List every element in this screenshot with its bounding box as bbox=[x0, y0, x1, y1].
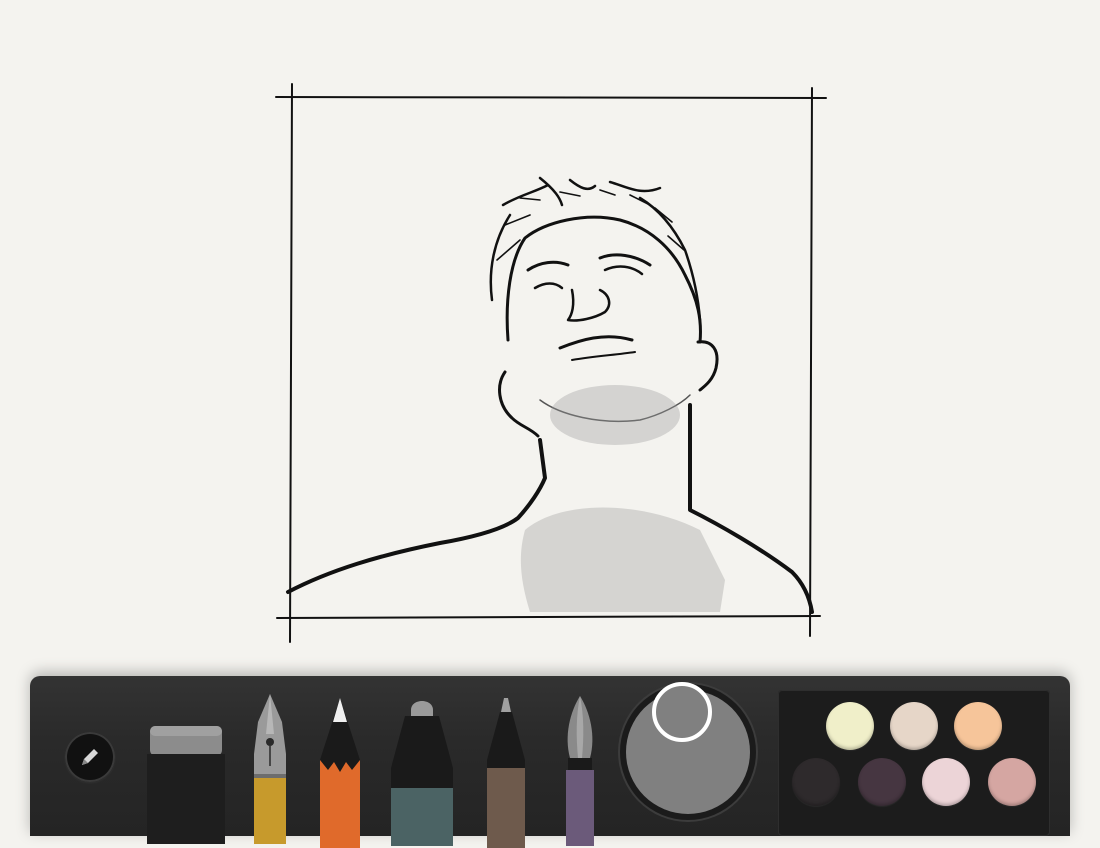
color-palette bbox=[778, 690, 1050, 836]
marker-tool[interactable] bbox=[387, 696, 457, 846]
current-color-ring bbox=[652, 682, 712, 742]
swatch-light-pink[interactable] bbox=[922, 758, 970, 806]
brush-tool[interactable] bbox=[560, 696, 600, 846]
swatch-pale-yellow[interactable] bbox=[826, 702, 874, 750]
eraser-tool[interactable] bbox=[147, 724, 225, 844]
swatch-beige[interactable] bbox=[890, 702, 938, 750]
swatch-plum[interactable] bbox=[858, 758, 906, 806]
sketch-shading bbox=[520, 385, 725, 612]
fountain-pen-tool[interactable] bbox=[250, 694, 290, 844]
fountain-pen-band bbox=[254, 778, 286, 844]
color-mixer-button[interactable] bbox=[620, 682, 756, 820]
menu-button[interactable] bbox=[65, 732, 115, 782]
drawing-canvas[interactable] bbox=[0, 0, 1100, 660]
pen-band bbox=[487, 768, 525, 848]
marker-band bbox=[391, 788, 453, 846]
marker-icon bbox=[391, 701, 453, 846]
pen-tool[interactable] bbox=[483, 698, 529, 848]
eraser-icon bbox=[147, 726, 225, 844]
sketch-drawing bbox=[275, 83, 827, 643]
pencil-icon bbox=[82, 749, 98, 765]
brush-icon bbox=[566, 696, 594, 846]
swatch-charcoal[interactable] bbox=[792, 758, 840, 806]
swatch-peach[interactable] bbox=[954, 702, 1002, 750]
pencil-band bbox=[320, 760, 360, 848]
brush-band bbox=[566, 770, 594, 846]
pencil-icon bbox=[320, 698, 360, 848]
swatch-dusty-rose[interactable] bbox=[988, 758, 1036, 806]
fountain-pen-icon bbox=[254, 694, 286, 844]
pencil-tool[interactable] bbox=[318, 698, 362, 848]
pen-icon bbox=[487, 698, 525, 848]
tool-tray bbox=[30, 676, 1070, 848]
